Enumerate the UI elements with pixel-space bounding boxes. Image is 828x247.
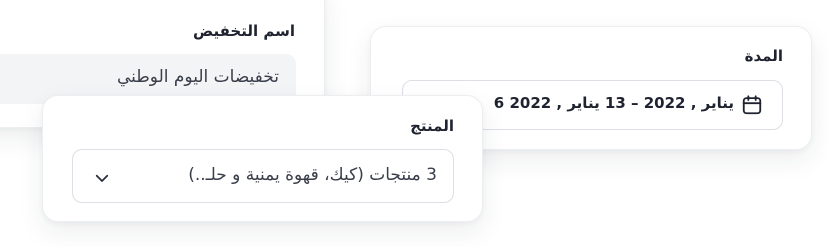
product-label: المنتج xyxy=(410,117,454,135)
discount-name-label: اسم التخفيض xyxy=(193,22,295,40)
date-range-value: 6 يناير , 2022 – 13 يناير , 2022 xyxy=(493,94,734,112)
discount-name-value: تخفيضات اليوم الوطني xyxy=(116,67,279,87)
duration-label: المدة xyxy=(744,47,783,65)
product-select[interactable]: 3 منتجات (كيك، قهوة يمنية و حلـ..) xyxy=(72,149,454,203)
product-select-value: 3 منتجات (كيك، قهوة يمنية و حلـ..) xyxy=(188,165,437,185)
product-card: المنتج 3 منتجات (كيك، قهوة يمنية و حلـ..… xyxy=(42,95,483,222)
calendar-icon[interactable] xyxy=(741,94,763,116)
chevron-down-icon[interactable] xyxy=(93,169,111,187)
